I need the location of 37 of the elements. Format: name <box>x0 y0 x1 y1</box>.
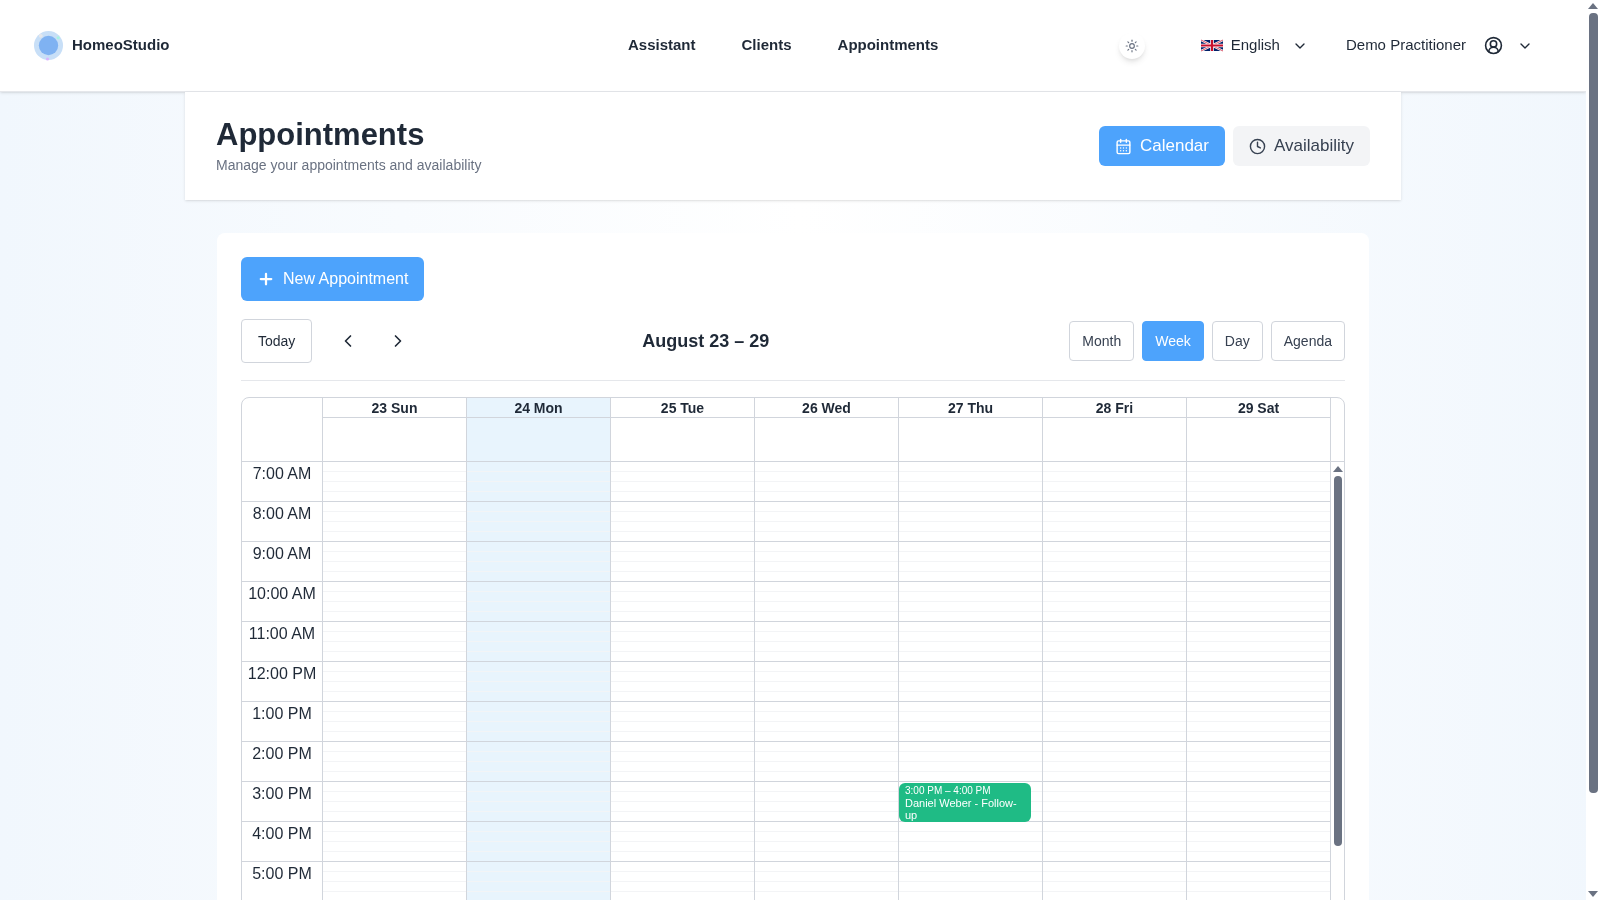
nav-link[interactable]: Clients <box>741 34 792 57</box>
page-subtitle: Manage your appointments and availability <box>216 155 482 175</box>
calendar-icon <box>1115 137 1132 155</box>
user-name: Demo Practitioner <box>1345 35 1466 56</box>
time-label: 9:00 AM <box>252 544 312 564</box>
page-title: Appointments <box>216 116 426 155</box>
sun-icon <box>1124 38 1139 53</box>
time-label: 3:00 PM <box>252 784 312 804</box>
clock-icon <box>1249 137 1266 155</box>
time-label: 8:00 AM <box>252 504 312 524</box>
day-label: 29 Sat <box>1187 398 1330 418</box>
event-title: Daniel Weber - Follow-up <box>905 797 1018 821</box>
logo-icon <box>33 30 64 61</box>
theme-toggle[interactable] <box>1118 32 1145 59</box>
language-selector[interactable]: English <box>1200 34 1308 57</box>
time-label: 5:00 PM <box>252 864 312 884</box>
view-button[interactable]: Month <box>1069 321 1135 361</box>
event-time: 3:00 PM – 4:00 PM <box>905 785 992 797</box>
time-label: 2:00 PM <box>252 744 312 764</box>
uk-flag-icon <box>1200 38 1223 53</box>
date-range-title: August 23 – 29 <box>642 329 770 353</box>
time-label: 11:00 AM <box>248 624 316 644</box>
today-button[interactable]: Today <box>241 319 313 363</box>
user-icon <box>1484 36 1503 55</box>
brand-name: HomeoStudio <box>72 35 170 56</box>
time-label: 1:00 PM <box>252 704 312 724</box>
time-label: 12:00 PM <box>247 664 317 684</box>
time-label: 10:00 AM <box>248 584 316 604</box>
time-label: 4:00 PM <box>252 824 312 844</box>
nav-link[interactable]: Assistant <box>628 34 696 57</box>
view-button[interactable]: Agenda <box>1270 321 1345 361</box>
nav-link[interactable]: Appointments <box>837 34 939 57</box>
scroll-down-icon <box>1588 891 1598 897</box>
plus-icon <box>257 270 275 288</box>
time-label: 7:00 AM <box>252 464 312 484</box>
view-button[interactable]: Day <box>1211 321 1263 361</box>
view-toggle-tab[interactable]: Availability <box>1233 126 1370 166</box>
